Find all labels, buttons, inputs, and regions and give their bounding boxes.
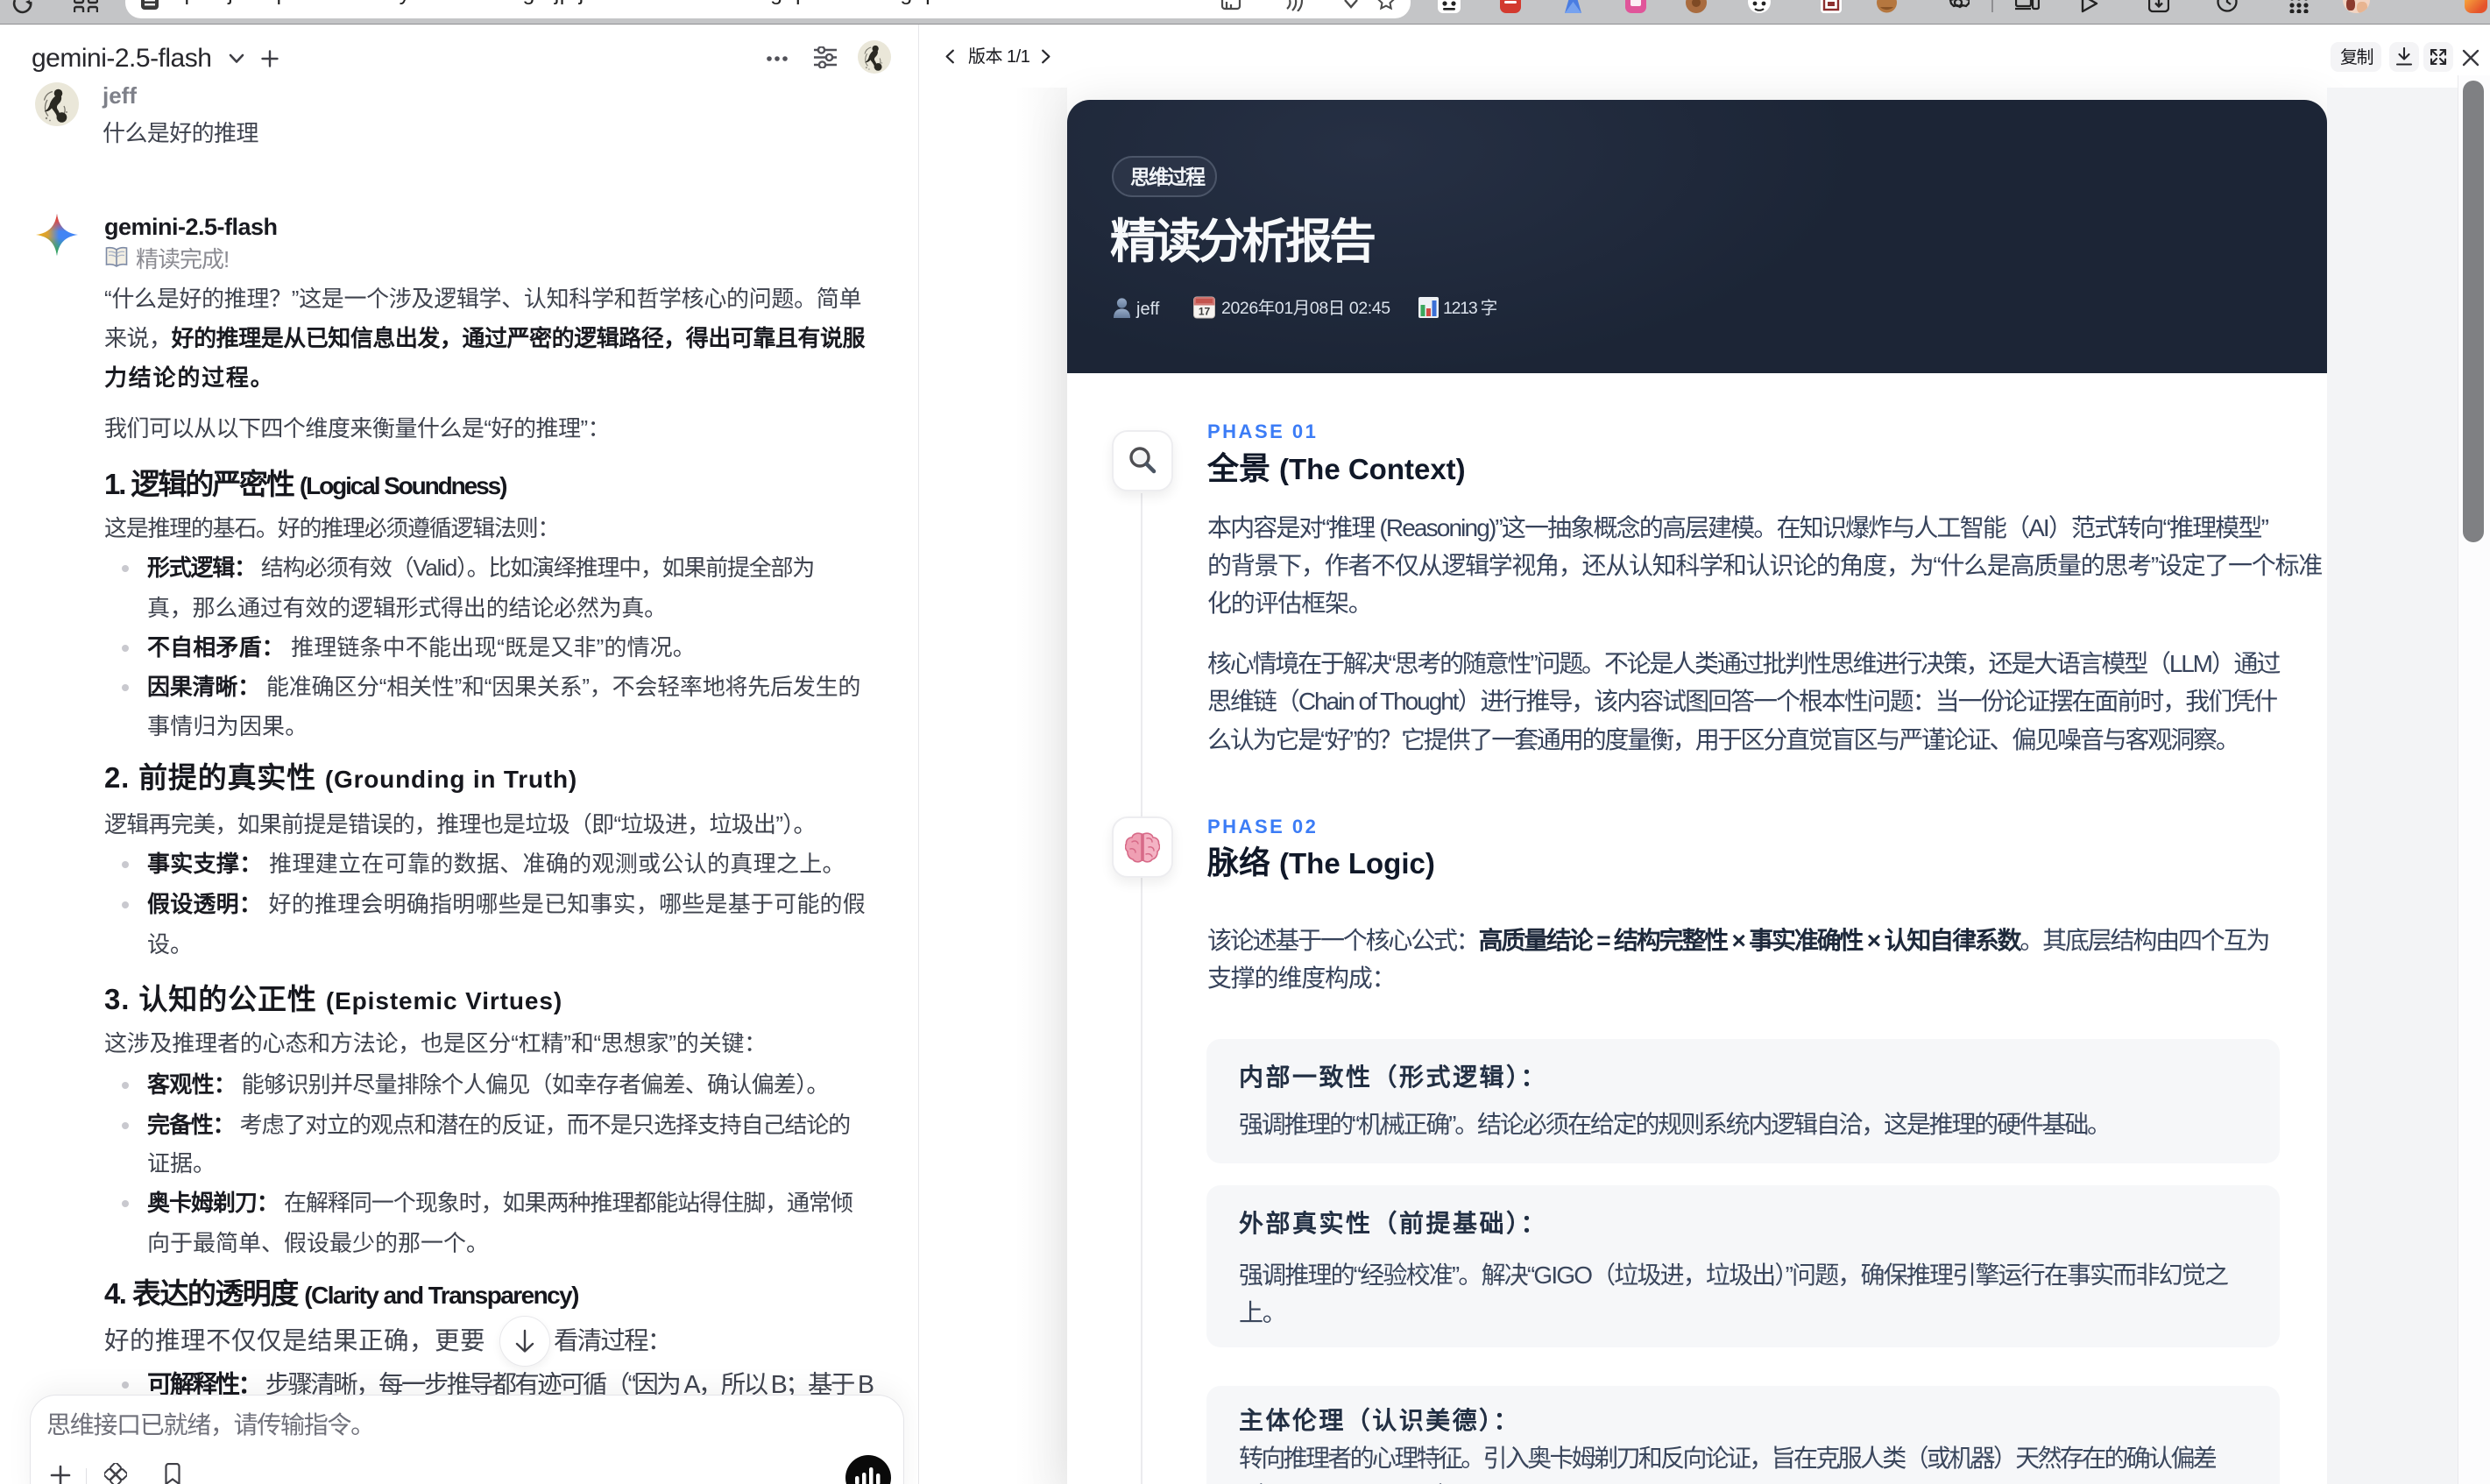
svg-text:17: 17 — [1199, 306, 1211, 318]
